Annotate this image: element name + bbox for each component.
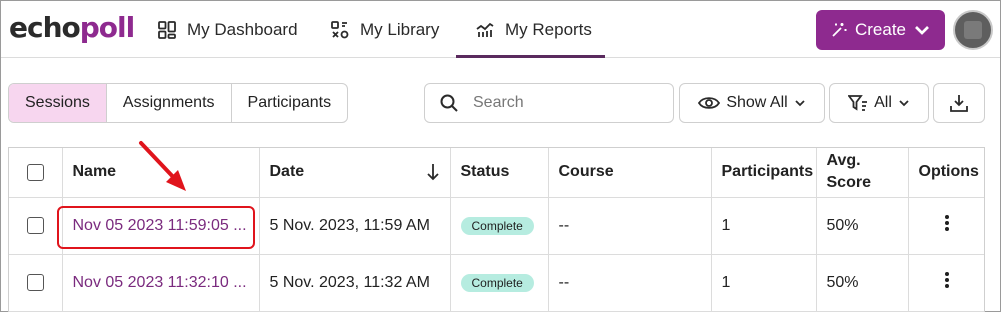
tab-sessions[interactable]: Sessions	[9, 84, 107, 122]
download-icon	[950, 95, 968, 112]
select-all-checkbox[interactable]	[26, 163, 44, 181]
session-participants: 1	[711, 197, 817, 255]
tab-assignments[interactable]: Assignments	[107, 84, 232, 122]
search-input[interactable]	[473, 94, 653, 112]
nav-label: My Library	[360, 19, 440, 39]
row-checkbox[interactable]	[26, 273, 44, 291]
session-avg-score: 50%	[816, 197, 909, 255]
filter-dropdown[interactable]: All	[829, 83, 929, 123]
session-name-cell: Nov 05 2023 11:59:05 ...	[62, 197, 260, 255]
eye-icon	[698, 97, 721, 109]
echopoll-logo[interactable]: echopoll	[9, 10, 135, 46]
arrow-down-icon[interactable]	[426, 162, 440, 182]
session-course: --	[548, 197, 712, 255]
header-participants[interactable]: Participants	[711, 148, 817, 198]
nav-label: My Dashboard	[187, 19, 298, 39]
header-date-label: Date	[269, 163, 305, 181]
session-status-cell: Complete	[450, 197, 549, 255]
row-select-cell	[9, 254, 63, 312]
header-status[interactable]: Status	[450, 148, 549, 198]
user-avatar[interactable]	[953, 10, 993, 50]
create-button[interactable]: Create	[816, 10, 945, 50]
options-cell	[908, 254, 984, 312]
show-all-label: Show All	[726, 94, 788, 111]
options-cell	[908, 197, 984, 255]
select-all-cell	[9, 148, 63, 198]
header-options: Options	[908, 148, 984, 198]
header-avg-score-label: Avg. Score	[826, 152, 871, 192]
top-navigation: echopoll My Dashboard My Library My Repo…	[1, 1, 1000, 58]
search-icon	[440, 94, 458, 112]
table-row: Nov 05 2023 11:59:05 ... 5 Nov. 2023, 11…	[9, 197, 984, 255]
filter-icon	[848, 95, 868, 111]
filter-label: All	[874, 94, 892, 111]
search-box[interactable]	[424, 83, 674, 123]
sessions-table: Name Date Status Course Participants Avg…	[8, 147, 985, 312]
chart-icon	[476, 22, 494, 37]
chevron-down-icon	[795, 100, 805, 107]
chevron-down-icon	[915, 26, 929, 35]
kebab-icon[interactable]	[944, 270, 950, 290]
magic-wand-icon	[832, 23, 847, 37]
header-avg-score[interactable]: Avg. Score	[816, 148, 909, 198]
header-course[interactable]: Course	[548, 148, 712, 198]
status-badge: Complete	[460, 273, 534, 292]
status-badge: Complete	[460, 216, 534, 235]
header-date[interactable]: Date	[259, 148, 451, 198]
session-name-cell: Nov 05 2023 11:32:10 ...	[62, 254, 260, 312]
report-type-tabs: Sessions Assignments Participants	[8, 83, 349, 123]
session-course: --	[548, 254, 712, 312]
header-name[interactable]: Name	[62, 148, 260, 198]
session-status-cell: Complete	[450, 254, 549, 312]
session-date: 5 Nov. 2023, 11:32 AM	[259, 254, 451, 312]
session-date: 5 Nov. 2023, 11:59 AM	[259, 197, 451, 255]
tab-participants[interactable]: Participants	[232, 84, 348, 122]
active-nav-indicator	[456, 55, 605, 58]
session-participants: 1	[711, 254, 817, 312]
table-header-row: Name Date Status Course Participants Avg…	[9, 148, 984, 198]
row-checkbox[interactable]	[26, 216, 44, 234]
table-row: Nov 05 2023 11:32:10 ... 5 Nov. 2023, 11…	[9, 254, 984, 312]
nav-my-reports[interactable]: My Reports	[475, 1, 592, 58]
row-select-cell	[9, 197, 63, 255]
session-avg-score: 50%	[816, 254, 909, 312]
library-icon	[331, 20, 349, 38]
show-all-dropdown[interactable]: Show All	[679, 83, 825, 123]
download-button[interactable]	[933, 83, 985, 123]
grid-icon	[158, 20, 176, 39]
create-label: Create	[854, 20, 907, 39]
nav-my-dashboard[interactable]: My Dashboard	[157, 1, 298, 58]
chevron-down-icon	[899, 100, 909, 107]
session-name-link[interactable]: Nov 05 2023 11:59:05 ...	[73, 217, 249, 235]
kebab-icon[interactable]	[944, 213, 950, 233]
nav-label: My Reports	[505, 19, 592, 39]
nav-my-library[interactable]: My Library	[330, 1, 439, 58]
session-name-link[interactable]: Nov 05 2023 11:32:10 ...	[73, 274, 249, 292]
